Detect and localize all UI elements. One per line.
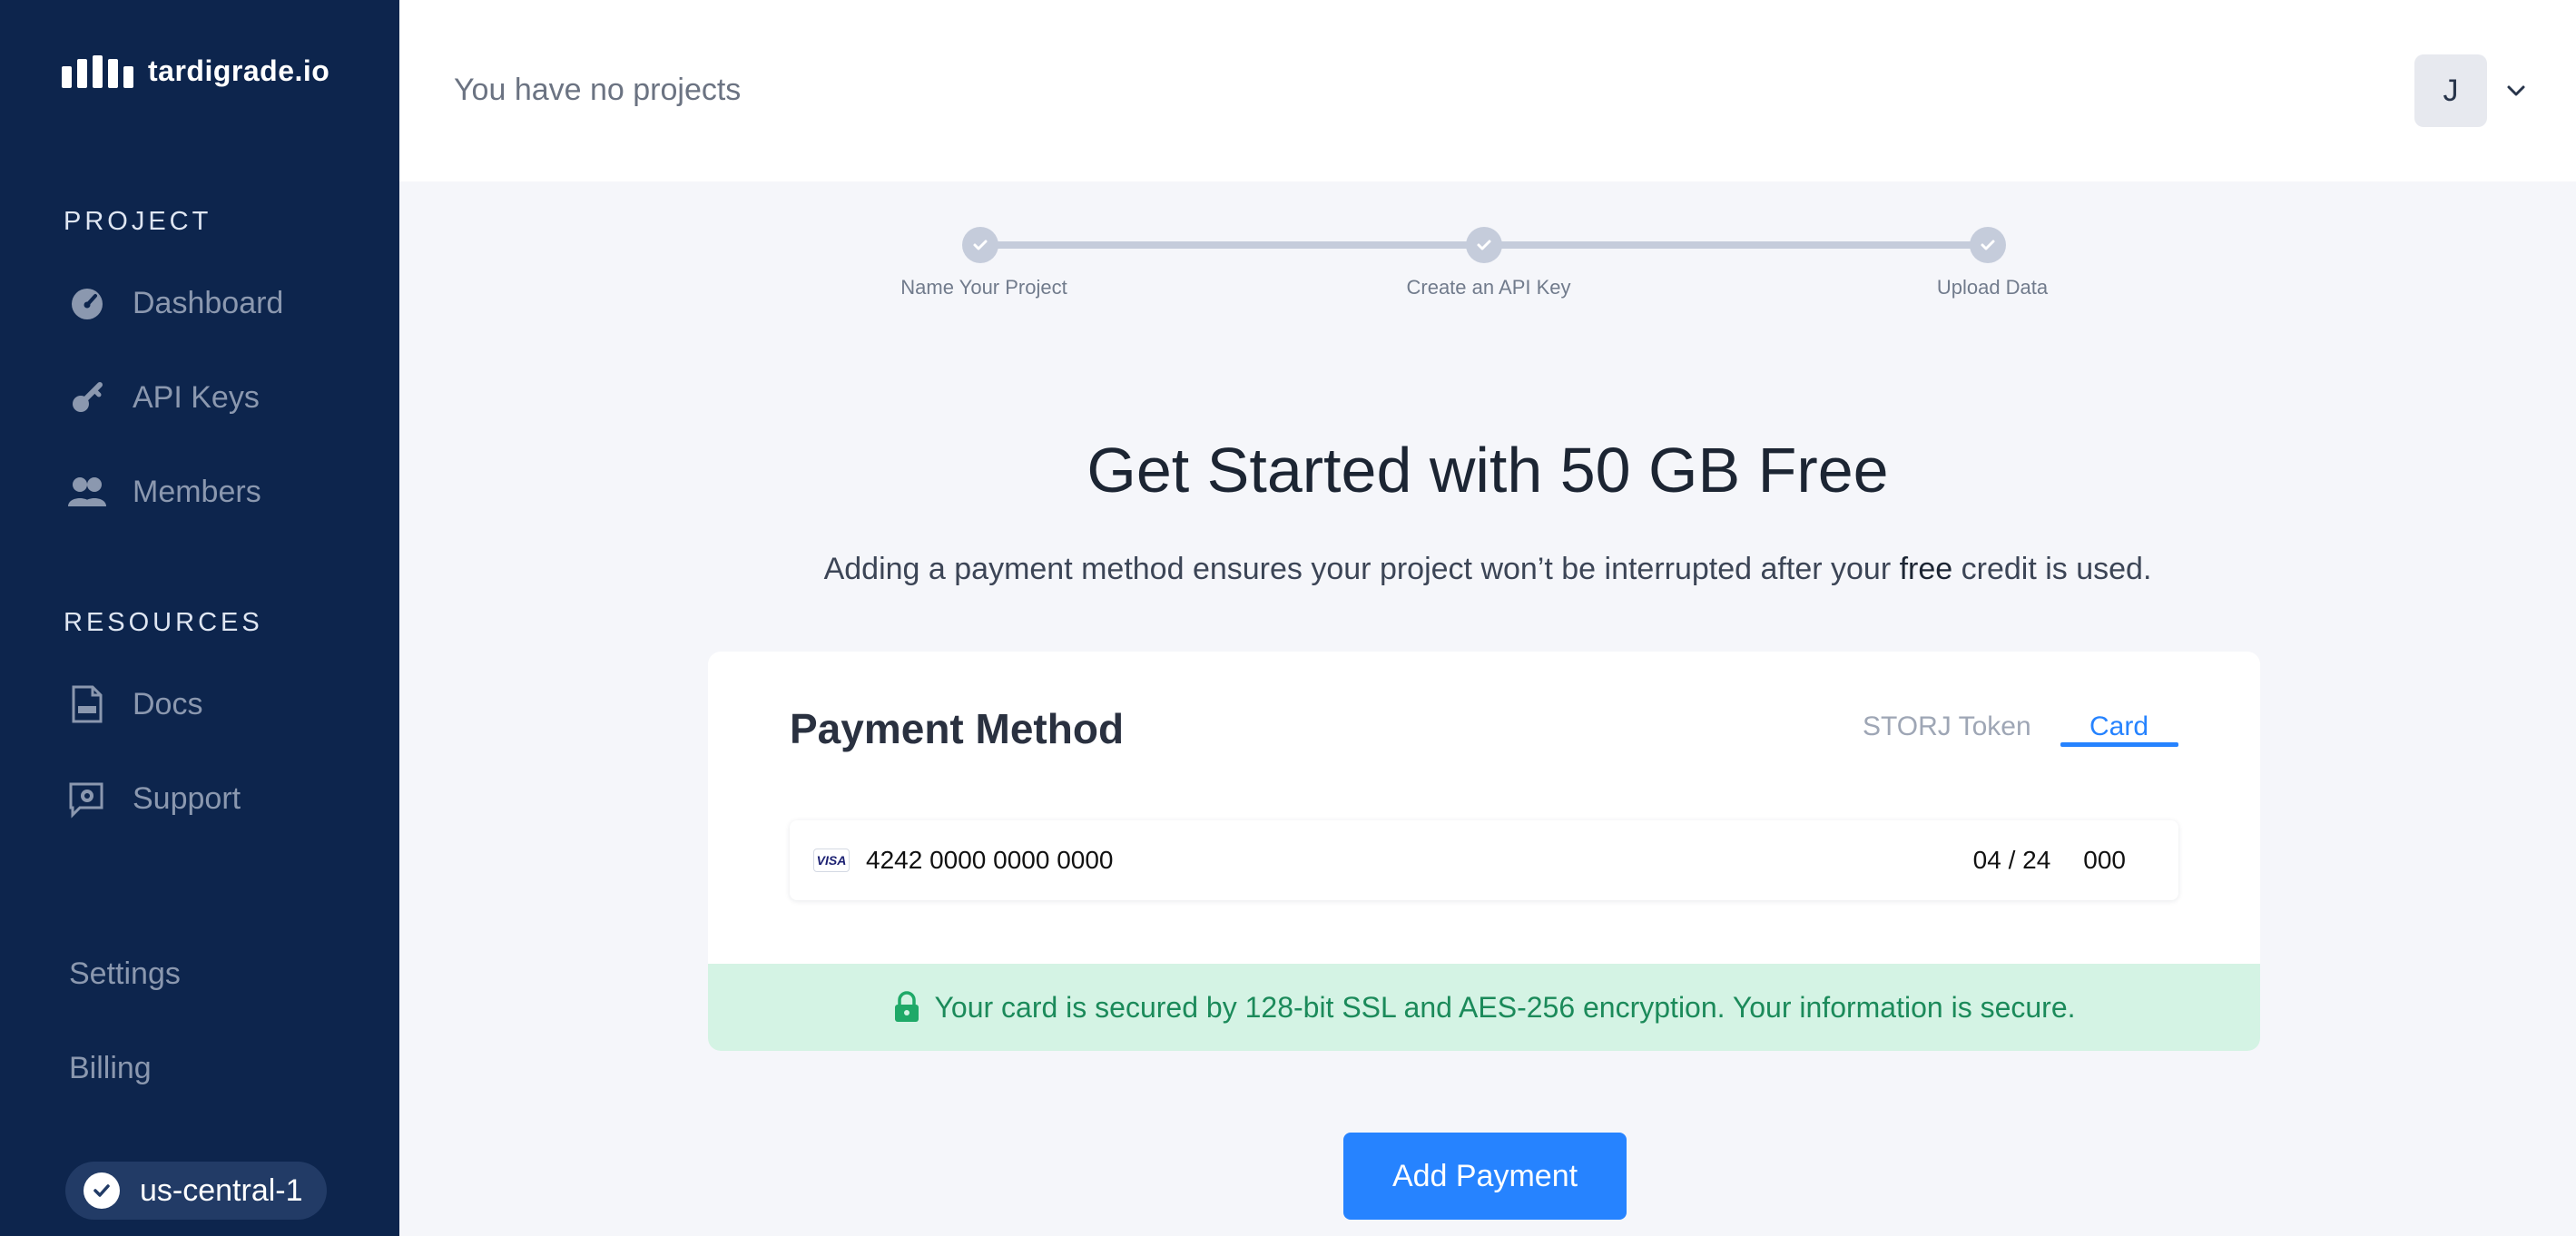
card-cvc-field[interactable]: 000 — [2083, 846, 2126, 875]
page-title: Get Started with 50 GB Free — [1086, 435, 1889, 505]
sidebar-item-docs[interactable]: Docs — [67, 684, 202, 724]
step-2-check-icon — [1466, 227, 1502, 263]
sidebar-item-label: Members — [133, 474, 261, 509]
lock-icon — [895, 991, 919, 1022]
card-details-input[interactable]: VISA 4242 0000 0000 0000 04 / 24 000 — [790, 820, 2178, 900]
visa-card-icon: VISA — [813, 849, 850, 872]
active-tab-indicator — [2060, 742, 2178, 747]
tardigrade-logo-icon — [62, 54, 133, 88]
subtitle-text-end: credit is used. — [1952, 552, 2152, 586]
logo[interactable]: tardigrade.io — [62, 54, 329, 88]
sidebar-item-settings[interactable]: Settings — [69, 956, 181, 992]
step-2-label: Create an API Key — [1406, 276, 1571, 299]
subtitle-text: Adding a payment method ensures your pro… — [823, 552, 1900, 586]
sidebar-item-support[interactable]: Support — [67, 779, 241, 819]
step-1-check-icon — [962, 227, 998, 263]
sidebar-item-label: Dashboard — [133, 285, 284, 320]
sidebar-item-label: Docs — [133, 686, 203, 721]
resources-section-label: RESOURCES — [64, 608, 263, 637]
step-1-label: Name Your Project — [900, 276, 1067, 299]
sidebar: tardigrade.io PROJECT Dashboard API Keys… — [0, 0, 399, 1236]
sidebar-item-members[interactable]: Members — [67, 472, 261, 512]
payment-method-title: Payment Method — [790, 705, 1125, 752]
brand-name: tardigrade.io — [148, 54, 330, 87]
add-payment-button[interactable]: Add Payment — [1343, 1133, 1627, 1220]
card-expiry-field[interactable]: 04 / 24 — [1973, 846, 2051, 875]
top-header: You have no projects J — [399, 0, 2576, 181]
step-3-check-icon — [1970, 227, 2006, 263]
check-circle-icon — [84, 1172, 120, 1209]
avatar[interactable]: J — [2414, 54, 2487, 127]
tab-storj-token[interactable]: STORJ Token — [1863, 711, 2031, 742]
sidebar-item-api-keys[interactable]: API Keys — [67, 378, 260, 417]
payment-method-card: Payment Method STORJ Token Card VISA 424… — [708, 652, 2260, 1051]
card-number-field[interactable]: 4242 0000 0000 0000 — [866, 846, 1973, 875]
sidebar-item-billing[interactable]: Billing — [69, 1051, 152, 1086]
dashboard-icon — [67, 283, 107, 323]
subtitle-free-text: free — [1899, 552, 1953, 586]
step-3-label: Upload Data — [1936, 276, 2049, 299]
project-selector-title[interactable]: You have no projects — [454, 73, 741, 108]
region-selector[interactable]: us-central-1 — [65, 1162, 327, 1220]
project-section-label: PROJECT — [64, 207, 212, 236]
security-notice: Your card is secured by 128-bit SSL and … — [708, 964, 2260, 1051]
members-icon — [67, 472, 107, 512]
sidebar-item-dashboard[interactable]: Dashboard — [67, 283, 283, 323]
sidebar-item-label: API Keys — [133, 379, 260, 415]
region-label: us-central-1 — [140, 1172, 303, 1208]
key-icon — [67, 378, 107, 417]
security-message: Your card is secured by 128-bit SSL and … — [934, 990, 2076, 1024]
tab-card[interactable]: Card — [2089, 711, 2148, 742]
page-subtitle: Adding a payment method ensures your pro… — [399, 552, 2576, 587]
sidebar-item-label: Support — [133, 780, 241, 816]
chevron-down-icon[interactable] — [2502, 76, 2531, 105]
docs-icon — [67, 684, 107, 724]
support-icon — [67, 779, 107, 819]
